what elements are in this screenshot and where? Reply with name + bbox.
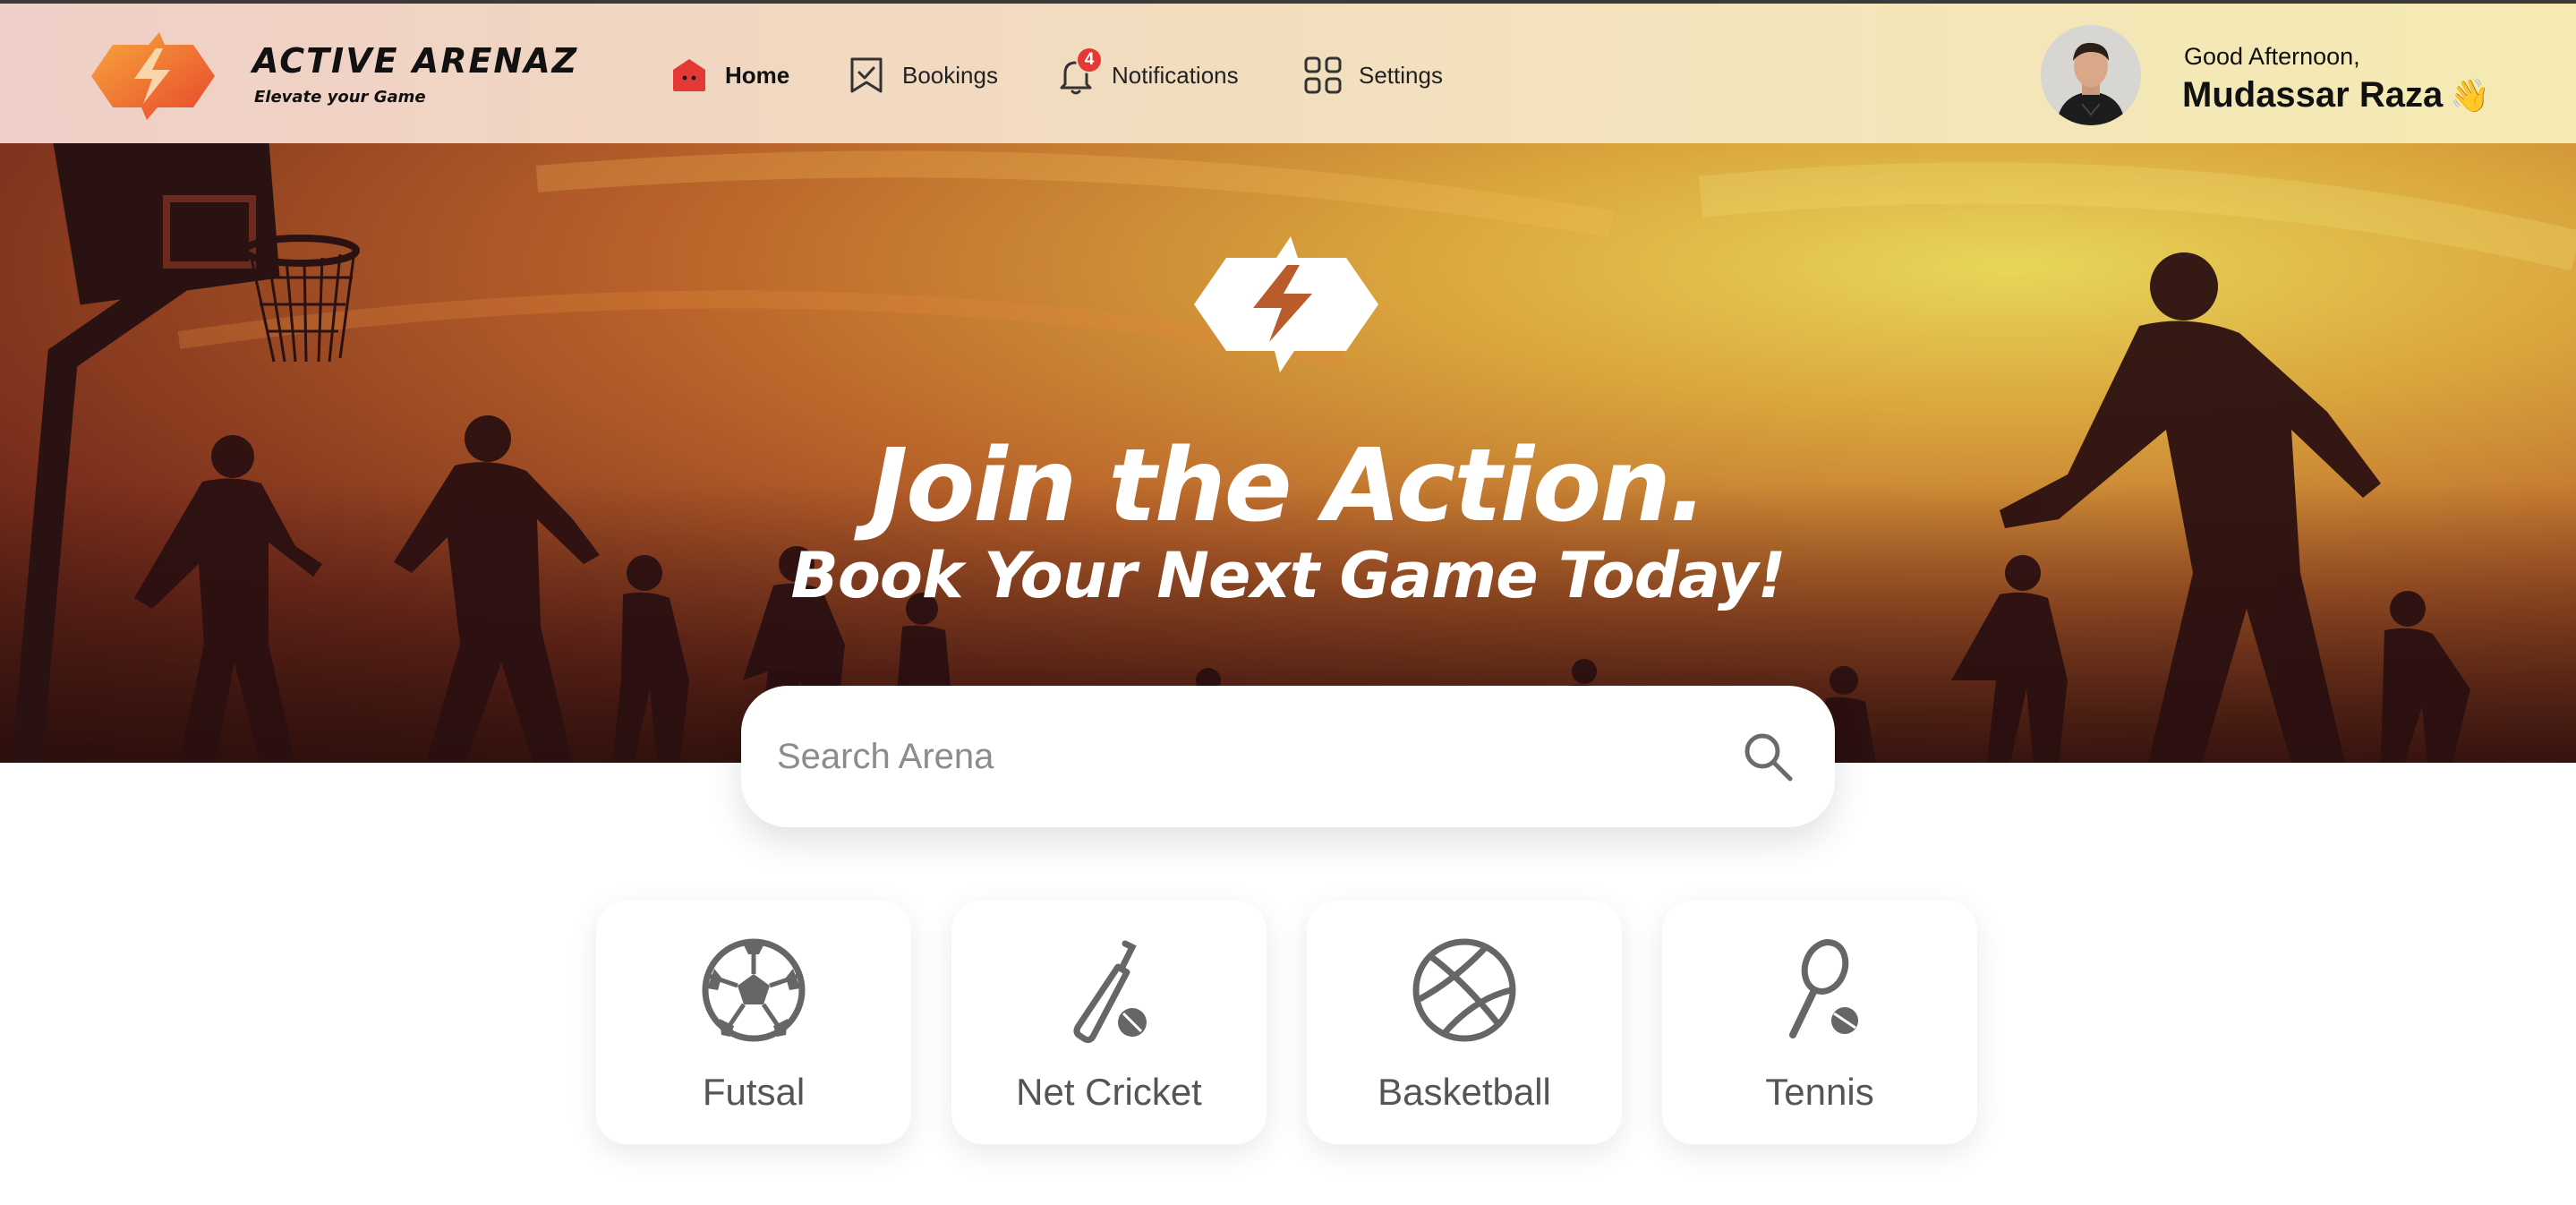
category-tennis[interactable]: Tennis: [1662, 901, 1977, 1144]
nav-label-settings: Settings: [1359, 61, 1443, 89]
nav-label-notifications: Notifications: [1112, 61, 1239, 89]
grid-icon: [1303, 56, 1343, 95]
user-profile[interactable]: Good Afternoon, Mudassar Raza 👋: [2041, 25, 2542, 127]
bell-icon: 4: [1056, 47, 1103, 95]
hero-banner: Join the Action. Book Your Next Game Tod…: [0, 143, 2576, 763]
category-basketball[interactable]: Basketball: [1307, 901, 1622, 1144]
hero-subtitle: Book Your Next Game Today!: [790, 539, 1786, 612]
brand-name: ACTIVE ARENAZ: [252, 41, 579, 81]
greeting-text: Good Afternoon,: [2184, 43, 2360, 70]
user-name-text: Mudassar Raza: [2182, 75, 2444, 115]
hero-title: Join the Action.: [870, 428, 1708, 544]
nav-item-settings[interactable]: Settings: [1303, 52, 1443, 98]
bookmark-check-icon: [847, 56, 886, 95]
brand-logo-icon: [91, 32, 215, 120]
category-futsal[interactable]: Futsal: [596, 901, 911, 1144]
notification-count-badge: 4: [1076, 47, 1103, 73]
category-label: Basketball: [1378, 1071, 1551, 1113]
search-input[interactable]: [777, 725, 1672, 788]
nav-item-home[interactable]: Home: [670, 52, 789, 98]
category-label: Futsal: [702, 1071, 806, 1113]
category-net-cricket[interactable]: Net Cricket: [951, 901, 1267, 1144]
search-icon[interactable]: [1740, 729, 1796, 784]
nav-label-bookings: Bookings: [902, 61, 998, 89]
category-label: Tennis: [1765, 1071, 1874, 1113]
brand[interactable]: ACTIVE ARENAZ Elevate your Game: [90, 29, 591, 127]
cricket-bat-icon: [1073, 940, 1147, 1044]
home-icon: [670, 56, 709, 95]
hero-logo-icon: [1194, 236, 1378, 372]
soccer-ball-icon: [702, 938, 806, 1042]
tennis-racket-icon: [1789, 939, 1858, 1038]
wave-emoji: 👋: [2450, 77, 2491, 114]
basketball-icon: [1412, 938, 1516, 1042]
brand-tagline: Elevate your Game: [254, 88, 426, 107]
user-name: Mudassar Raza 👋: [2182, 75, 2490, 115]
avatar[interactable]: [2041, 25, 2141, 125]
nav-label-home: Home: [725, 61, 790, 89]
nav-item-bookings[interactable]: Bookings: [847, 52, 998, 98]
search-bar[interactable]: [741, 686, 1835, 827]
category-label: Net Cricket: [1016, 1071, 1202, 1113]
top-navbar: ACTIVE ARENAZ Elevate your Game Home Boo…: [0, 4, 2576, 143]
nav-item-notifications[interactable]: 4 Notifications: [1056, 47, 1239, 98]
